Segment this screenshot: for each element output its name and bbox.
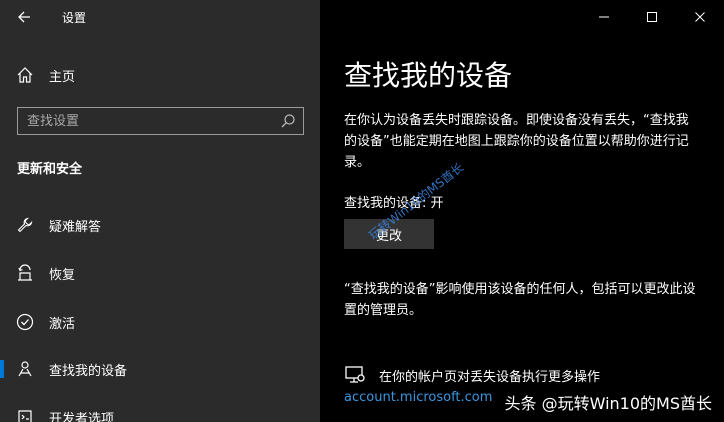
close-icon <box>695 12 705 22</box>
check-circle-icon <box>16 313 34 331</box>
app-title: 设置 <box>62 10 87 25</box>
more-actions-row: 在你的帐户页对丢失设备执行更多操作 <box>344 364 600 386</box>
search-input[interactable] <box>18 113 268 129</box>
recovery-icon <box>18 264 32 281</box>
page-title: 查找我的设备 <box>344 59 513 92</box>
home-icon <box>17 67 33 83</box>
back-arrow-icon <box>18 11 30 23</box>
description: 在你认为设备丢失时跟踪设备。即使设备没有丢失，“查找我的设备”也能定期在地图上跟… <box>344 113 689 170</box>
section-header: 更新和安全 <box>17 162 83 177</box>
sidebar-item-label: 激活 <box>49 316 76 332</box>
description-note: “查找我的设备”影响使用该设备的任何人，包括可以更改此设置的管理员。 <box>344 282 696 318</box>
bottom-watermark: 头条 @玩转Win10的MS酋长 <box>504 394 712 413</box>
sidebar-item-label: 疑难解答 <box>49 219 102 235</box>
window-controls <box>580 0 724 34</box>
maximize-button[interactable] <box>628 0 676 34</box>
close-button[interactable] <box>676 0 724 34</box>
minimize-icon <box>599 16 609 18</box>
sidebar: 设置 主页 更新和安全 疑难解答 恢复 激活 <box>0 0 320 422</box>
sidebar-item-find-my-device[interactable]: 查找我的设备 <box>0 352 320 386</box>
device-location-icon <box>345 366 365 383</box>
wrench-icon <box>17 217 33 233</box>
sidebar-item-developer[interactable]: 开发者选项 <box>0 400 320 422</box>
search-box[interactable] <box>17 107 304 135</box>
content-pane: 查找我的设备 在你认为设备丢失时跟踪设备。即使设备没有丢失，“查找我的设备”也能… <box>320 0 724 422</box>
developer-icon <box>18 410 32 422</box>
more-actions-label: 在你的帐户页对丢失设备执行更多操作 <box>379 369 601 385</box>
person-location-icon <box>18 361 32 377</box>
search-icon[interactable] <box>280 113 296 129</box>
home-label: 主页 <box>49 69 76 85</box>
sidebar-item-label: 开发者选项 <box>49 411 115 422</box>
maximize-icon <box>647 12 657 22</box>
sidebar-item-label: 查找我的设备 <box>49 363 128 379</box>
home-nav-item[interactable]: 主页 <box>0 62 320 88</box>
account-link[interactable]: account.microsoft.com <box>344 390 492 405</box>
sidebar-item-recovery[interactable]: 恢复 <box>0 256 320 290</box>
minimize-button[interactable] <box>580 0 628 34</box>
sidebar-item-activation[interactable]: 激活 <box>0 305 320 339</box>
sidebar-item-label: 恢复 <box>49 267 76 283</box>
back-button[interactable] <box>0 0 48 34</box>
title-bar-left: 设置 <box>0 0 320 34</box>
sidebar-item-troubleshoot[interactable]: 疑难解答 <box>0 208 320 242</box>
